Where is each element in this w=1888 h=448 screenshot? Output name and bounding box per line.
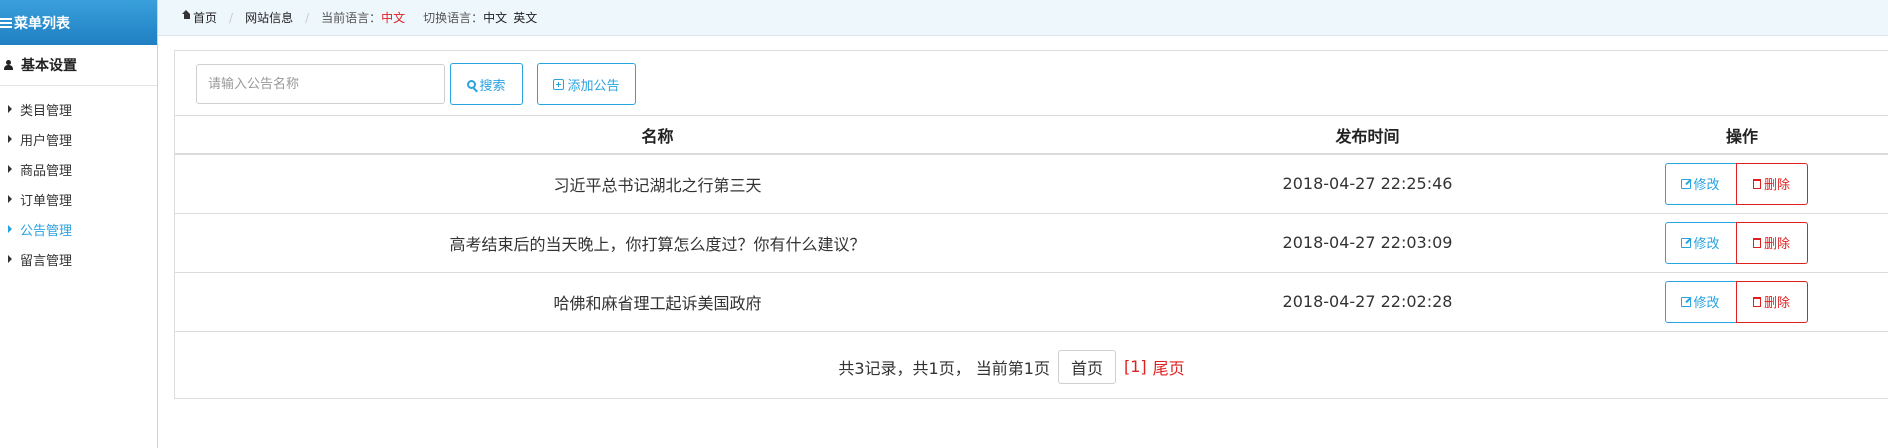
first-page-button[interactable]: 首页 <box>1057 349 1116 384</box>
delete-button-label: 删除 <box>1763 237 1790 252</box>
sidebar-item-label: 类目管理 <box>20 103 73 119</box>
announcement-name: 哈佛和麻省理工起诉美国政府 <box>175 272 1140 332</box>
column-header-time: 发布时间 <box>1140 116 1595 155</box>
sidebar-item-announcements[interactable]: 公告管理 <box>0 214 157 244</box>
sidebar-item-label: 留言管理 <box>20 253 73 269</box>
add-announcement-button[interactable]: 添加公告 <box>537 63 636 105</box>
pagination: 共3记录，共1页， 当前第1页 首页 [1] 尾页 <box>175 332 1888 402</box>
delete-button-label: 删除 <box>1763 296 1790 311</box>
trash-icon <box>1752 237 1761 248</box>
menu-group-basic-settings[interactable]: 基本设置 <box>0 45 157 86</box>
breadcrumb-site-info[interactable]: 网站信息 <box>245 9 293 26</box>
edit-button-label: 修改 <box>1693 178 1720 194</box>
announcement-name: 高考结束后的当天晚上，你打算怎么度过？你有什么建议？ <box>175 213 1140 273</box>
language-english-link[interactable]: 英文 <box>513 9 537 26</box>
row-actions: 修改 删除 <box>1595 272 1888 332</box>
announcement-name: 习近平总书记湖北之行第三天 <box>175 154 1140 214</box>
sidebar-menu: 类目管理 用户管理 商品管理 订单管理 公告管理 留言管理 <box>0 86 157 274</box>
add-button-label: 添加公告 <box>567 78 620 94</box>
sidebar-item-label: 商品管理 <box>20 163 73 179</box>
trash-icon <box>1752 178 1761 189</box>
delete-button[interactable]: 删除 <box>1735 221 1808 264</box>
column-header-name: 名称 <box>175 116 1140 155</box>
search-button[interactable]: 搜索 <box>450 63 523 105</box>
edit-button-label: 修改 <box>1693 237 1720 252</box>
edit-icon <box>1681 296 1692 307</box>
sidebar-item-orders[interactable]: 订单管理 <box>0 184 157 214</box>
announcement-time: 2018-04-27 22:02:28 <box>1140 272 1595 332</box>
announcement-table: 名称 发布时间 操作 习近平总书记湖北之行第三天 2018-04-27 22:2… <box>175 116 1888 332</box>
edit-button[interactable]: 修改 <box>1664 162 1737 205</box>
breadcrumb-separator: / <box>229 10 234 25</box>
breadcrumb-home-link[interactable]: 首页 <box>193 9 217 26</box>
announcement-time: 2018-04-27 22:03:09 <box>1140 213 1595 273</box>
sidebar-item-products[interactable]: 商品管理 <box>0 154 157 184</box>
table-header-row: 名称 发布时间 操作 <box>175 116 1888 155</box>
table-row: 习近平总书记湖北之行第三天 2018-04-27 22:25:46 修改 删除 <box>175 154 1888 214</box>
current-language-value: 中文 <box>381 11 406 25</box>
sidebar-item-messages[interactable]: 留言管理 <box>0 244 157 274</box>
sidebar-title: 菜单列表 <box>14 15 70 32</box>
edit-icon <box>1681 178 1692 189</box>
caret-right-icon <box>8 225 12 233</box>
home-icon <box>182 9 191 21</box>
caret-right-icon <box>8 165 12 173</box>
announcement-panel: 搜索 添加公告 名称 发布时间 操作 习近平总书记湖北之行第三天 2018-04… <box>174 50 1888 399</box>
caret-right-icon <box>8 105 12 113</box>
sidebar-item-label: 订单管理 <box>20 193 73 209</box>
sidebar: 菜单列表 基本设置 类目管理 用户管理 商品管理 订单管理 公告管理 留言管理 <box>0 0 158 448</box>
edit-button[interactable]: 修改 <box>1664 221 1737 264</box>
row-actions: 修改 删除 <box>1595 213 1888 273</box>
current-page-indicator: [1] <box>1123 357 1147 376</box>
menu-group-label: 基本设置 <box>21 58 77 74</box>
caret-right-icon <box>8 195 12 203</box>
trash-icon <box>1752 296 1761 307</box>
search-icon <box>467 79 477 89</box>
plus-square-icon <box>553 78 565 90</box>
sidebar-header: 菜单列表 <box>0 0 157 45</box>
delete-button[interactable]: 删除 <box>1735 162 1808 205</box>
menu-list-icon <box>0 17 12 28</box>
search-button-label: 搜索 <box>479 78 506 94</box>
sidebar-item-users[interactable]: 用户管理 <box>0 124 157 154</box>
announcement-time: 2018-04-27 22:25:46 <box>1140 154 1595 214</box>
breadcrumb: 首页 / 网站信息 / 当前语言： 中文 切换语言： 中文 英文 <box>158 0 1888 36</box>
sidebar-item-category[interactable]: 类目管理 <box>0 94 157 124</box>
switch-language-label: 切换语言： <box>423 11 484 25</box>
table-row: 哈佛和麻省理工起诉美国政府 2018-04-27 22:02:28 修改 删除 <box>175 272 1888 332</box>
toolbar: 搜索 添加公告 <box>175 51 1888 116</box>
caret-right-icon <box>8 135 12 143</box>
search-input[interactable] <box>196 64 445 104</box>
delete-button-label: 删除 <box>1763 178 1790 194</box>
edit-icon <box>1681 237 1692 248</box>
language-chinese-link[interactable]: 中文 <box>483 9 507 26</box>
column-header-actions: 操作 <box>1595 116 1888 155</box>
pagination-summary: 共3记录，共1页， 当前第1页 <box>838 358 1050 378</box>
user-icon <box>4 60 13 70</box>
sidebar-item-label: 用户管理 <box>20 133 73 149</box>
breadcrumb-separator: / <box>305 10 310 25</box>
row-actions: 修改 删除 <box>1595 154 1888 214</box>
table-row: 高考结束后的当天晚上，你打算怎么度过？你有什么建议？ 2018-04-27 22… <box>175 213 1888 273</box>
edit-button[interactable]: 修改 <box>1664 280 1737 323</box>
last-page-link[interactable]: 尾页 <box>1153 355 1185 379</box>
edit-button-label: 修改 <box>1693 296 1720 311</box>
current-language-label: 当前语言： <box>321 11 382 25</box>
delete-button[interactable]: 删除 <box>1735 280 1808 323</box>
sidebar-item-label: 公告管理 <box>20 223 73 239</box>
caret-right-icon <box>8 255 12 263</box>
